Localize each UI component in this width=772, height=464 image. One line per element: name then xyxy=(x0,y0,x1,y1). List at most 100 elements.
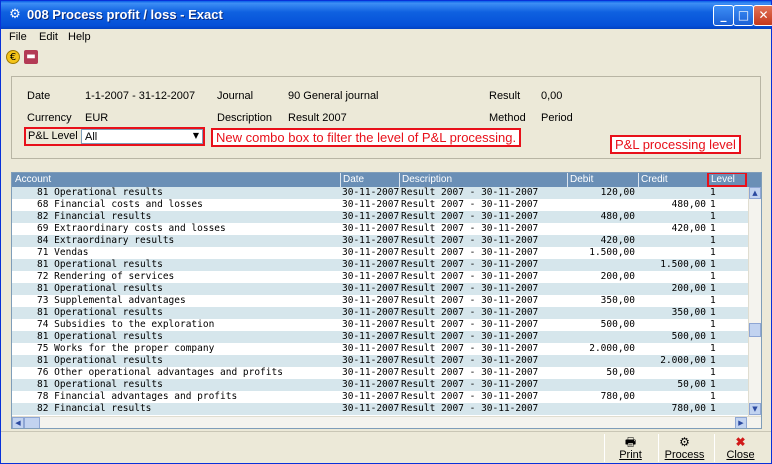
cell-level: 1 xyxy=(710,403,716,414)
scroll-right-icon[interactable]: ▶ xyxy=(735,417,747,428)
table-row[interactable]: 69 Extraordinary costs and losses 30-11-2… xyxy=(12,223,748,235)
cell-date: 30-11-2007 xyxy=(342,211,400,222)
cell-credit: 50,00 xyxy=(677,379,706,390)
currency-label: Currency xyxy=(27,112,72,124)
currency-value: EUR xyxy=(85,112,109,124)
cell-date: 30-11-2007 xyxy=(342,403,400,414)
col-debit[interactable]: Debit xyxy=(570,174,593,185)
table-row[interactable]: 75 Works for the proper company 30-11-200… xyxy=(12,343,748,355)
cell-date: 30-11-2007 xyxy=(342,187,400,198)
cell-debit: 200,00 xyxy=(600,271,635,282)
cell-level: 1 xyxy=(710,367,716,378)
horizontal-scrollbar[interactable]: ◀ ▶ xyxy=(12,416,761,428)
cell-level: 1 xyxy=(710,391,716,402)
process-button[interactable]: ⚙ Process xyxy=(658,434,710,462)
scroll-left-icon[interactable]: ◀ xyxy=(12,417,24,428)
level-highlight xyxy=(707,173,747,187)
col-credit[interactable]: Credit xyxy=(641,174,668,185)
cell-level: 1 xyxy=(710,283,716,294)
scroll-up-icon[interactable]: ▲ xyxy=(749,187,761,199)
cell-description: Result 2007 - 30-11-2007 xyxy=(401,331,539,342)
col-account[interactable]: Account xyxy=(15,174,51,185)
cell-level: 1 xyxy=(710,271,716,282)
col-date[interactable]: Date xyxy=(343,174,364,185)
cell-level: 1 xyxy=(710,199,716,210)
cell-level: 1 xyxy=(710,343,716,354)
euro-icon[interactable]: € xyxy=(6,50,20,64)
close-button[interactable]: ✖ Close xyxy=(714,434,766,462)
cell-level: 1 xyxy=(710,223,716,234)
table-row[interactable]: 81 Operational results 30-11-2007 Result 2… xyxy=(12,283,748,295)
print-button[interactable]: 🖶 Print xyxy=(604,434,656,462)
cell-level: 1 xyxy=(710,307,716,318)
table-row[interactable]: 78 Financial advantages and profits 30-11… xyxy=(12,391,748,403)
table-row[interactable]: 82 Financial results 30-11-2007 Result 200… xyxy=(12,403,748,415)
table-row[interactable]: 81 Operational results 30-11-2007 Result 2… xyxy=(12,379,748,391)
table-row[interactable]: 82 Financial results 30-11-2007 Result 200… xyxy=(12,211,748,223)
col-description[interactable]: Description xyxy=(402,174,452,185)
cell-description: Result 2007 - 30-11-2007 xyxy=(401,223,539,234)
table-row[interactable]: 81 Operational results 30-11-2007 Result 2… xyxy=(12,355,748,367)
cell-date: 30-11-2007 xyxy=(342,331,400,342)
pl-level-value: All xyxy=(85,131,98,143)
cell-description: Result 2007 - 30-11-2007 xyxy=(401,199,539,210)
table-row[interactable]: 81 Operational results 30-11-2007 Result 2… xyxy=(12,307,748,319)
scroll-down-icon[interactable]: ▼ xyxy=(749,403,761,415)
app-window: ⚙ 008 Process profit / loss - Exact _ □ … xyxy=(0,0,772,464)
cell-level: 1 xyxy=(710,211,716,222)
cell-credit: 780,00 xyxy=(671,403,706,414)
cell-level: 1 xyxy=(710,187,716,198)
table-row[interactable]: 81 Operational results 30-11-2007 Result 2… xyxy=(12,187,748,199)
cell-description: Result 2007 - 30-11-2007 xyxy=(401,271,539,282)
cell-account: 81 Operational results xyxy=(37,187,163,198)
table-row[interactable]: 72 Rendering of services 30-11-2007 Result… xyxy=(12,271,748,283)
cell-date: 30-11-2007 xyxy=(342,283,400,294)
scroll-thumb[interactable] xyxy=(749,323,761,337)
cell-date: 30-11-2007 xyxy=(342,319,400,330)
cell-debit: 500,00 xyxy=(600,319,635,330)
journal-value: 90 General journal xyxy=(288,90,379,102)
vertical-scrollbar[interactable]: ▲ ▼ xyxy=(748,187,761,416)
cell-account: 82 Financial results xyxy=(37,403,152,414)
cell-account: 73 Supplemental advantages xyxy=(37,295,186,306)
cell-date: 30-11-2007 xyxy=(342,235,400,246)
cell-description: Result 2007 - 30-11-2007 xyxy=(401,319,539,330)
cell-description: Result 2007 - 30-11-2007 xyxy=(401,187,539,198)
cell-level: 1 xyxy=(710,355,716,366)
menu-edit[interactable]: Edit xyxy=(39,31,58,43)
table-row[interactable]: 84 Extraordinary results 30-11-2007 Result… xyxy=(12,235,748,247)
cell-date: 30-11-2007 xyxy=(342,355,400,366)
cell-level: 1 xyxy=(710,235,716,246)
close-window-button[interactable]: ✕ xyxy=(753,5,772,26)
cell-debit: 2.000,00 xyxy=(589,343,635,354)
cell-date: 30-11-2007 xyxy=(342,343,400,354)
grid-header: Account Date Description Debit Credit Le… xyxy=(12,173,761,187)
cell-debit: 480,00 xyxy=(600,211,635,222)
cell-date: 30-11-2007 xyxy=(342,199,400,210)
table-row[interactable]: 68 Financial costs and losses 30-11-2007 R… xyxy=(12,199,748,211)
table-row[interactable]: 81 Operational results 30-11-2007 Result 2… xyxy=(12,259,748,271)
gear-icon: ⚙ xyxy=(9,7,21,22)
cell-debit: 420,00 xyxy=(600,235,635,246)
maximize-button[interactable]: □ xyxy=(733,5,754,26)
chevron-down-icon[interactable]: ▼ xyxy=(193,131,199,140)
title-bar[interactable]: ⚙ 008 Process profit / loss - Exact _ □ … xyxy=(1,1,772,29)
table-row[interactable]: 71 Vendas 30-11-2007 Result 2007 - 30-11-2… xyxy=(12,247,748,259)
results-grid: Account Date Description Debit Credit Le… xyxy=(11,172,762,429)
cell-account: 71 Vendas xyxy=(37,247,89,258)
minimize-button[interactable]: _ xyxy=(713,5,734,26)
cell-account: 78 Financial advantages and profits xyxy=(37,391,238,402)
filter-panel: Date 1-1-2007 - 31-12-2007 Journal 90 Ge… xyxy=(11,76,761,159)
table-row[interactable]: 74 Subsidies to the exploration 30-11-200… xyxy=(12,319,748,331)
pl-level-combo[interactable]: All ▼ xyxy=(81,129,203,144)
menu-file[interactable]: File xyxy=(9,31,27,43)
book-icon[interactable]: ▬ xyxy=(24,50,38,64)
table-row[interactable]: 76 Other operational advantages and prof… xyxy=(12,367,748,379)
menu-help[interactable]: Help xyxy=(68,31,91,43)
cell-date: 30-11-2007 xyxy=(342,307,400,318)
cell-account: 69 Extraordinary costs and losses xyxy=(37,223,226,234)
table-row[interactable]: 81 Operational results 30-11-2007 Result 2… xyxy=(12,331,748,343)
table-row[interactable]: 73 Supplemental advantages 30-11-2007 Resu… xyxy=(12,295,748,307)
hscroll-thumb[interactable] xyxy=(24,417,40,428)
cell-account: 81 Operational results xyxy=(37,355,163,366)
